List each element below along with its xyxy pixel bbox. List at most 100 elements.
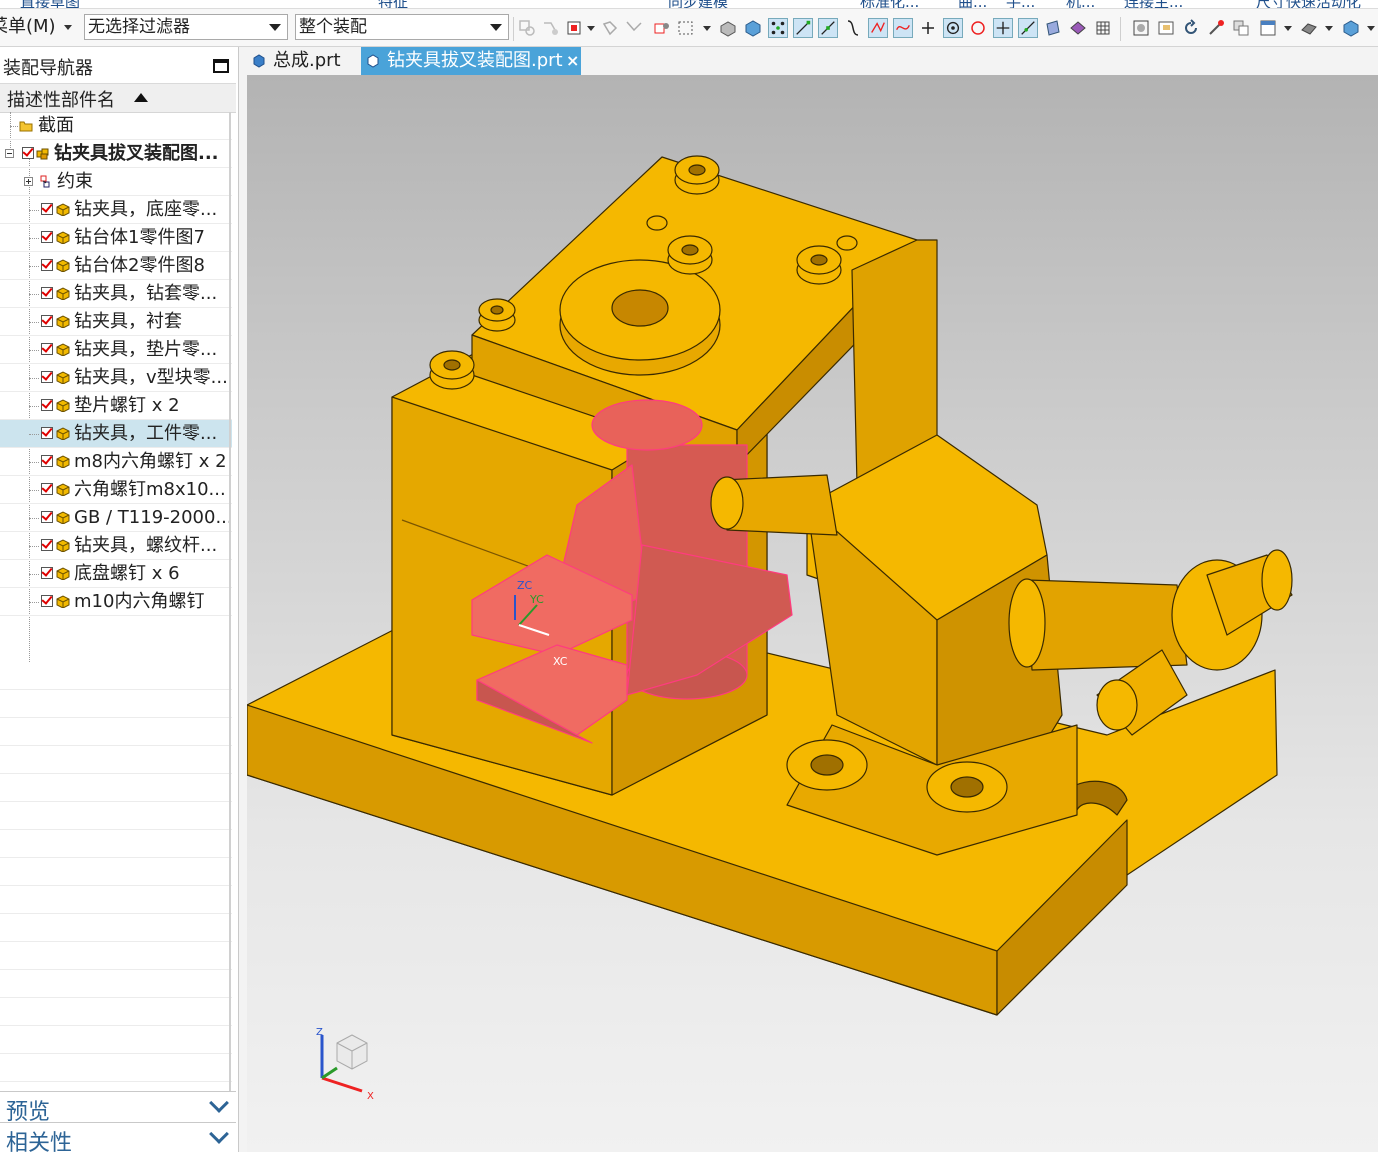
tree-item-part[interactable]: 钻台体1零件图7 [0,224,232,252]
dependencies-panel-header[interactable]: 相关性 [0,1122,236,1152]
point-on-face-icon[interactable] [1043,18,1063,38]
solid-body-icon[interactable] [718,18,738,38]
cube-icon[interactable] [743,18,763,38]
visibility-checkbox[interactable] [41,539,53,551]
vertical-scrollbar[interactable] [229,112,231,1102]
visibility-checkbox[interactable] [41,315,53,327]
close-icon[interactable]: × [566,47,579,75]
visibility-checkbox[interactable] [41,595,53,607]
tree-item-part[interactable]: 钻夹具，工件零... [0,420,232,448]
visibility-checkbox[interactable] [41,399,53,411]
chevron-down-icon[interactable] [703,26,711,31]
collapse-icon[interactable] [5,149,14,158]
intersection-point-icon[interactable] [868,18,888,38]
tree-item-part[interactable]: 垫片螺钉 x 2 [0,392,232,420]
visibility-checkbox[interactable] [41,567,53,579]
tree-empty-row [0,718,232,746]
chevron-down-icon[interactable] [1325,26,1333,31]
zoom-icon[interactable] [1156,18,1176,38]
chevron-down-icon[interactable] [1284,26,1292,31]
ribbon-tab[interactable]: 特征 [378,0,408,8]
arc-center-icon[interactable] [943,18,963,38]
select-faces-icon[interactable] [565,18,585,38]
visibility-checkbox[interactable] [41,343,53,355]
view-triad[interactable]: Z X [307,1023,382,1103]
tree-item-part[interactable]: 钻台体2零件图8 [0,252,232,280]
shaded-body-icon[interactable] [1299,18,1319,38]
visibility-checkbox[interactable] [41,371,53,383]
tree-item-root-assembly[interactable]: 钻夹具拔叉装配图... [0,140,232,168]
chevron-down-icon[interactable] [209,1124,229,1144]
perpendicular-icon[interactable] [918,18,938,38]
pan-icon[interactable] [1206,18,1226,38]
general-selection-icon[interactable] [517,18,537,38]
tree-item-part[interactable]: GB / T119-2000... [0,504,233,532]
expand-icon[interactable] [24,177,33,186]
visibility-checkbox[interactable] [22,147,34,159]
mid-point-icon[interactable] [818,18,838,38]
select-body-icon[interactable] [600,18,620,38]
fit-view-icon[interactable] [1131,18,1151,38]
tree-item-part[interactable]: 钻夹具，钻套零... [0,280,232,308]
drill-fixture-model[interactable]: ZC YC XC [247,75,1378,1152]
curve-point-icon[interactable] [893,18,913,38]
visibility-checkbox[interactable] [41,231,53,243]
visibility-checkbox[interactable] [41,511,53,523]
point-on-curve-icon[interactable] [1018,18,1038,38]
ribbon-tab[interactable]: 直接草图 [20,0,80,8]
maximize-icon[interactable] [213,59,229,73]
control-point-icon[interactable] [843,18,863,38]
type-filter-dropdown[interactable]: 无选择过滤器 [84,14,288,40]
ribbon-tab[interactable]: 曲... [958,0,987,8]
chevron-down-icon[interactable] [587,26,595,31]
tree-item-constraints[interactable]: 约束 [0,168,232,196]
quadrant-point-icon[interactable] [968,18,988,38]
ribbon-tab[interactable]: 机... [1066,0,1095,8]
visibility-checkbox[interactable] [41,287,53,299]
tree-item-label: 钻夹具，v型块零... [74,367,228,388]
bounded-grid-icon[interactable] [1068,18,1088,38]
column-header[interactable]: 描述性部件名 [0,83,236,113]
tree-item-part[interactable]: m8内六角螺钉 x 2 [0,448,232,476]
preview-panel-header[interactable]: 预览 [0,1091,236,1125]
ribbon-tab[interactable]: 手... [1006,0,1035,8]
tree-item-section[interactable]: 截面 [0,112,232,140]
cube-icon[interactable] [1341,18,1361,38]
visibility-checkbox[interactable] [41,483,53,495]
tree-item-part[interactable]: m10内六角螺钉 [0,588,232,616]
ribbon-tab[interactable]: 尺寸快速活动化 [1256,0,1361,8]
visibility-checkbox[interactable] [41,259,53,271]
select-component-icon[interactable] [652,18,672,38]
tree-item-part[interactable]: 底盘螺钉 x 6 [0,560,232,588]
render-style-icon[interactable] [1258,18,1278,38]
tree-item-part[interactable]: 六角螺钉m8x10... [0,476,232,504]
tree-item-part[interactable]: 钻夹具，衬套 [0,308,232,336]
visibility-checkbox[interactable] [41,455,53,467]
chevron-down-icon[interactable] [1367,26,1375,31]
tab-assembly-prt[interactable]: 总成.prt [247,47,359,75]
snap-points-icon[interactable] [768,18,788,38]
visibility-checkbox[interactable] [41,427,53,439]
tree-item-part[interactable]: 钻夹具，v型块零... [0,364,232,392]
select-box-icon[interactable] [676,18,696,38]
rotate-icon[interactable] [1181,18,1201,38]
tree-item-part[interactable]: 钻夹具，螺纹杆... [0,532,232,560]
view-orientation-icon[interactable] [1231,18,1251,38]
graphics-viewport[interactable]: ZC YC XC Z X [247,75,1378,1152]
ribbon-tab[interactable]: 连接主... [1124,0,1183,8]
grid-icon[interactable] [1093,18,1113,38]
ribbon-tab[interactable]: 标准化... [860,0,919,8]
sort-ascending-icon[interactable] [134,93,148,102]
end-point-icon[interactable] [793,18,813,38]
chevron-down-icon[interactable] [209,1093,229,1113]
selection-scope-dropdown[interactable]: 整个装配 [295,14,509,40]
tab-fixture-assembly-prt[interactable]: 钻夹具拔叉装配图.prt × [361,47,581,75]
existing-point-icon[interactable] [993,18,1013,38]
ribbon-tab[interactable]: 同步建模 [668,0,728,8]
select-feature-icon[interactable] [541,18,561,38]
visibility-checkbox[interactable] [41,203,53,215]
menu-button[interactable]: 菜单(M) [0,14,76,40]
tree-item-part[interactable]: 钻夹具，垫片零... [0,336,232,364]
tree-item-part[interactable]: 钻夹具，底座零... [0,196,232,224]
select-edge-icon[interactable] [624,18,644,38]
